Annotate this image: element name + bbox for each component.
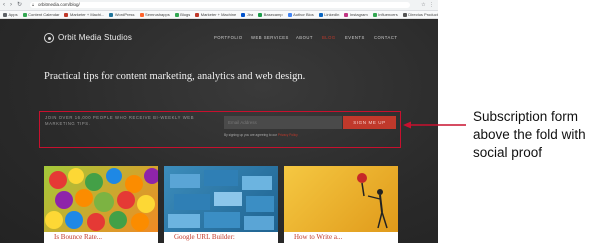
bookmark-favicon-icon bbox=[139, 12, 144, 17]
bookmark-label: Influencers bbox=[378, 12, 398, 17]
callout-line: social proof bbox=[473, 145, 543, 160]
bookmark-item[interactable]: WordPress bbox=[109, 12, 135, 17]
blue-lego-image bbox=[168, 170, 274, 230]
page-headline: Practical tips for content marketing, an… bbox=[44, 71, 306, 82]
bookmark-item[interactable]: Basecamp bbox=[258, 12, 283, 17]
blog-card-image[interactable] bbox=[164, 166, 278, 232]
subscription-form: JOIN OVER 16,000 PEOPLE WHO RECEIVE BI-W… bbox=[39, 111, 401, 148]
bookmark-favicon-icon bbox=[402, 12, 407, 17]
blog-card[interactable]: Is Bounce Rate... bbox=[44, 166, 158, 243]
bookmark-favicon-icon bbox=[287, 12, 292, 17]
blog-card-title[interactable]: Is Bounce Rate... bbox=[54, 233, 102, 242]
bookmark-item[interactable]: Content Calendar bbox=[22, 12, 60, 17]
bookmark-label: Directus Product bbox=[408, 12, 438, 17]
nav-web-services[interactable]: WEB SERVICES bbox=[251, 35, 289, 41]
back-icon[interactable]: ‹ bbox=[3, 2, 5, 8]
bookmark-favicon-icon bbox=[174, 12, 179, 17]
bookmark-item[interactable]: Marketer + Machi... bbox=[64, 12, 104, 17]
blog-card[interactable]: How to Write a... bbox=[284, 166, 398, 243]
bookmark-favicon-icon bbox=[258, 12, 263, 17]
blog-card-title[interactable]: Google URL Builder: bbox=[174, 233, 235, 242]
bookmark-favicon-icon bbox=[109, 12, 114, 17]
bookmark-item[interactable]: Marketer + Machine bbox=[195, 12, 236, 17]
bookmark-item[interactable]: LinkedIn bbox=[318, 12, 340, 17]
bookmark-label: Jira bbox=[246, 12, 254, 17]
privacy-note: By signing up you are agreeing to our Pr… bbox=[224, 133, 298, 138]
bookmark-favicon-icon bbox=[344, 12, 349, 17]
bookmarks-bar: Apps Content Calendar Marketer + Machi... W… bbox=[0, 11, 438, 19]
bookmark-favicon-icon bbox=[64, 12, 69, 17]
site-logo[interactable]: Orbit Media Studios bbox=[58, 33, 132, 43]
bookmark-item[interactable]: Instagram bbox=[344, 12, 368, 17]
bookmark-item[interactable]: Jira bbox=[241, 12, 253, 17]
bookmark-label: Content Calendar bbox=[28, 12, 60, 17]
url-text: orbitmedia.com/blog/ bbox=[38, 2, 80, 7]
blog-card-title[interactable]: How to Write a... bbox=[294, 233, 342, 242]
bookmark-favicon-icon bbox=[318, 12, 323, 17]
bookmark-item[interactable]: Semrushapps bbox=[139, 12, 170, 17]
bookmark-item[interactable]: Apps bbox=[3, 12, 18, 17]
bookmark-label: Author Bios bbox=[293, 12, 314, 17]
orbit-logo-icon[interactable] bbox=[44, 33, 54, 43]
bookmark-item[interactable]: Author Bios bbox=[287, 12, 314, 17]
bookmark-favicon-icon bbox=[3, 12, 7, 17]
bookmark-label: Basecamp bbox=[263, 12, 283, 17]
bookmark-label: WordPress bbox=[114, 12, 135, 17]
privacy-policy-link[interactable]: Privacy Policy bbox=[278, 133, 298, 137]
blog-card[interactable]: Google URL Builder: bbox=[164, 166, 278, 243]
nav-portfolio[interactable]: PORTFOLIO bbox=[214, 35, 243, 41]
bookmark-label: Instagram bbox=[349, 12, 368, 17]
email-input[interactable]: Email Address bbox=[224, 116, 342, 129]
bookmark-favicon-icon bbox=[22, 12, 27, 17]
callout-line: above the fold with bbox=[473, 127, 586, 142]
blog-card-image[interactable] bbox=[44, 166, 158, 232]
bookmark-item[interactable]: Influencers bbox=[372, 12, 398, 17]
lock-icon: 🔒︎ bbox=[32, 2, 35, 7]
bookmark-label: Marketer + Machi... bbox=[69, 12, 105, 17]
bookmark-label: Semrushapps bbox=[145, 12, 170, 17]
gumballs-image bbox=[45, 168, 158, 231]
bookmark-label: Apps bbox=[8, 12, 18, 17]
callout-annotation: Subscription form above the fold with so… bbox=[473, 108, 598, 162]
bookmark-favicon-icon bbox=[195, 12, 200, 17]
website: Orbit Media Studios PORTFOLIO WEB SERVIC… bbox=[0, 20, 438, 243]
bookmark-favicon-icon bbox=[372, 12, 377, 17]
bookmark-item[interactable]: Blogs bbox=[174, 12, 191, 17]
nav-contact[interactable]: CONTACT bbox=[374, 35, 397, 41]
blog-card-image[interactable] bbox=[284, 166, 398, 232]
browser-menu-icon[interactable]: ☆ ⋮ bbox=[421, 2, 435, 8]
address-bar[interactable]: 🔒︎ orbitmedia.com/blog/ bbox=[30, 2, 410, 8]
reload-icon[interactable]: ↻ bbox=[17, 2, 22, 8]
yellow-wall-image bbox=[357, 173, 388, 229]
nav-events[interactable]: EVENTS bbox=[345, 35, 365, 41]
browser-window: ‹ › ↻ 🔒︎ orbitmedia.com/blog/ ☆ ⋮ Apps Co… bbox=[0, 0, 438, 243]
bookmark-item[interactable]: Directus Product bbox=[402, 12, 438, 17]
callout-line: Subscription form bbox=[473, 109, 579, 124]
arrow-icon bbox=[403, 121, 466, 129]
bookmark-label: Marketer + Machine bbox=[200, 12, 237, 17]
social-proof-text: JOIN OVER 16,000 PEOPLE WHO RECEIVE BI-W… bbox=[45, 115, 195, 126]
nav-blog[interactable]: BLOG bbox=[322, 35, 336, 41]
nav-about[interactable]: ABOUT bbox=[296, 35, 313, 41]
forward-icon[interactable]: › bbox=[10, 2, 12, 8]
sign-up-button[interactable]: SIGN ME UP bbox=[343, 116, 396, 129]
bookmark-favicon-icon bbox=[241, 12, 246, 17]
privacy-prefix: By signing up you are agreeing to our bbox=[224, 133, 277, 137]
bookmark-label: Blogs bbox=[180, 12, 191, 17]
browser-toolbar: ‹ › ↻ 🔒︎ orbitmedia.com/blog/ ☆ ⋮ bbox=[0, 0, 438, 11]
bookmark-label: LinkedIn bbox=[324, 12, 340, 17]
